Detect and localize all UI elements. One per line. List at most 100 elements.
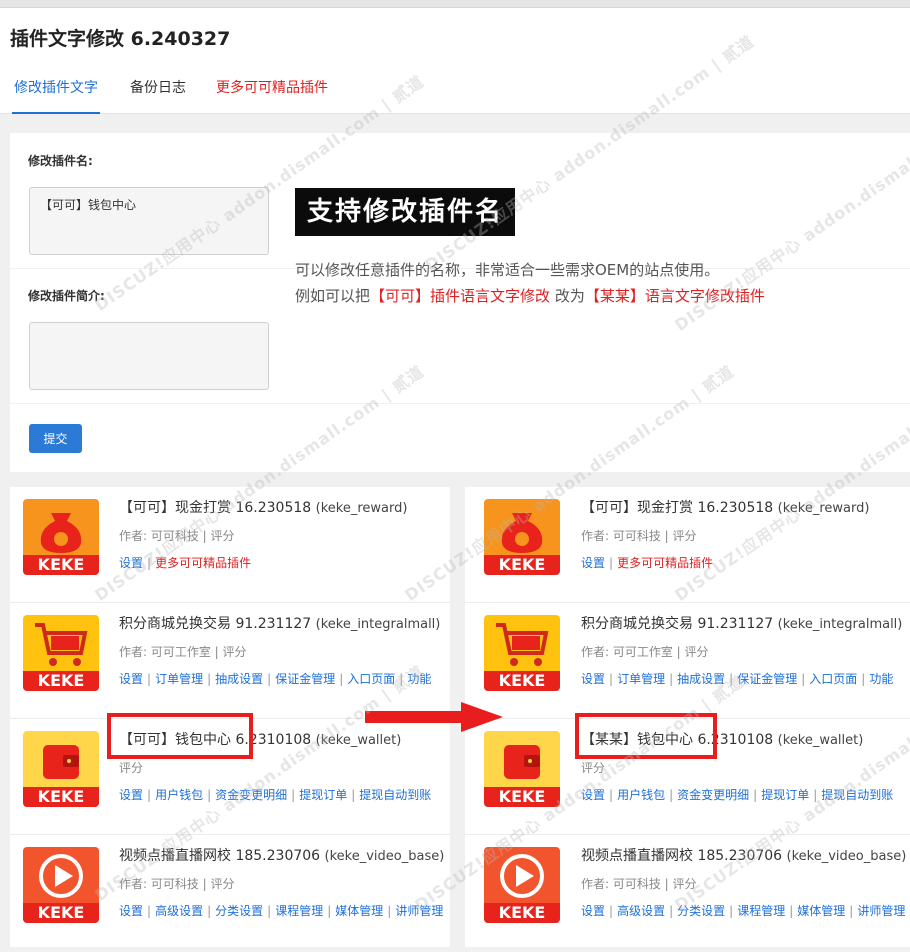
- link-settings[interactable]: 设置: [119, 904, 143, 918]
- submit-button[interactable]: 提交: [29, 424, 82, 453]
- plugin-meta: 作者: 可可工作室 | 评分: [119, 645, 247, 659]
- plugin-identifier: (keke_video_base): [786, 849, 907, 864]
- link-advanced[interactable]: 高级设置: [617, 904, 665, 918]
- link-courses[interactable]: 课程管理: [275, 904, 323, 918]
- plugin-title: 积分商城兑换交易 91.231127 (keke_integralmall): [119, 613, 440, 633]
- wallet-icon: [23, 731, 99, 789]
- link-courses[interactable]: 课程管理: [737, 904, 785, 918]
- plugin-identifier: (keke_reward): [315, 501, 408, 516]
- play-icon: [23, 847, 99, 905]
- link-user-wallet[interactable]: 用户钱包: [617, 788, 665, 802]
- plugin-name-label: 修改插件名:: [28, 154, 93, 168]
- highlight-box: [107, 713, 253, 759]
- link-settings[interactable]: 设置: [119, 788, 143, 802]
- link-commission[interactable]: 抽成设置: [215, 672, 263, 686]
- promo-example-prefix: 例如可以把: [295, 287, 371, 305]
- link-withdraw-orders[interactable]: 提现订单: [299, 788, 347, 802]
- plugin-links: 设置 | 更多可可精品插件: [581, 556, 714, 570]
- shopping-cart-icon: [484, 615, 560, 673]
- promo-example-mid: 改为: [554, 287, 585, 305]
- brand-label: KEKE: [23, 787, 99, 807]
- link-commission[interactable]: 抽成设置: [677, 672, 725, 686]
- link-orders[interactable]: 订单管理: [155, 672, 203, 686]
- plugin-identifier: (keke_wallet): [777, 733, 864, 748]
- link-settings[interactable]: 设置: [581, 672, 605, 686]
- plugin-version: 91.231127: [235, 616, 312, 632]
- plugin-name: 【可可】现金打赏: [581, 500, 693, 516]
- link-features[interactable]: 功能: [407, 672, 431, 686]
- plugin-logo: KEKE: [23, 731, 99, 807]
- link-advanced[interactable]: 高级设置: [155, 904, 203, 918]
- tab-backup-log[interactable]: 备份日志: [130, 76, 186, 114]
- link-more-plugins[interactable]: 更多可可精品插件: [155, 556, 251, 570]
- plugin-identifier: (keke_video_base): [324, 849, 445, 864]
- plugin-logo: KEKE: [23, 499, 99, 575]
- plugin-links: 设置 | 订单管理 | 抽成设置 | 保证金管理 | 入口页面 | 功能: [581, 672, 894, 686]
- plugin-links: 设置 | 高级设置 | 分类设置 | 课程管理 | 媒体管理 | 讲师管理: [581, 904, 906, 918]
- link-lecturers[interactable]: 讲师管理: [857, 904, 905, 918]
- link-settings[interactable]: 设置: [581, 904, 605, 918]
- link-withdraw-orders[interactable]: 提现订单: [761, 788, 809, 802]
- plugin-logo: KEKE: [23, 847, 99, 923]
- plugin-logo: KEKE: [484, 847, 560, 923]
- plugin-identifier: (keke_wallet): [315, 733, 402, 748]
- link-settings[interactable]: 设置: [581, 556, 605, 570]
- plugin-intro-field[interactable]: [29, 322, 269, 390]
- brand-label: KEKE: [484, 787, 560, 807]
- top-bar: [0, 0, 910, 8]
- link-media[interactable]: 媒体管理: [797, 904, 845, 918]
- plugin-name: 视频点播直播网校: [119, 848, 231, 864]
- link-fund-changes[interactable]: 资金变更明细: [677, 788, 749, 802]
- brand-label: KEKE: [484, 555, 560, 575]
- plugin-list-after: KEKE 【可可】现金打赏 16.230518 (keke_reward) 作者…: [465, 487, 910, 947]
- plugin-version: 16.230518: [235, 500, 312, 516]
- promo-example: 例如可以把【可可】插件语言文字修改 改为【某某】语言文字修改插件: [295, 285, 765, 306]
- promo-banner: 支持修改插件名: [295, 188, 516, 236]
- promo-example-from: 【可可】插件语言文字修改: [370, 287, 551, 305]
- link-entry-page[interactable]: 入口页面: [347, 672, 395, 686]
- link-categories[interactable]: 分类设置: [677, 904, 725, 918]
- link-orders[interactable]: 订单管理: [617, 672, 665, 686]
- tab-more-plugins[interactable]: 更多可可精品插件: [216, 76, 328, 114]
- link-entry-page[interactable]: 入口页面: [809, 672, 857, 686]
- promo-example-to: 【某某】语言文字修改插件: [584, 287, 765, 305]
- plugin-name-field[interactable]: 【可可】钱包中心: [29, 187, 269, 255]
- link-settings[interactable]: 设置: [581, 788, 605, 802]
- link-categories[interactable]: 分类设置: [215, 904, 263, 918]
- plugin-row: KEKE 【可可】现金打赏 16.230518 (keke_reward) 作者…: [10, 487, 450, 603]
- plugin-title: 视频点播直播网校 185.230706 (keke_video_base): [581, 845, 906, 865]
- plugin-links: 设置 | 用户钱包 | 资金变更明细 | 提现订单 | 提现自动到账: [581, 788, 894, 802]
- plugin-meta: 作者: 可可科技 | 评分: [119, 877, 235, 891]
- plugin-identifier: (keke_integralmall): [315, 617, 441, 632]
- plugin-version: 185.230706: [697, 848, 783, 864]
- link-features[interactable]: 功能: [869, 672, 893, 686]
- link-media[interactable]: 媒体管理: [335, 904, 383, 918]
- plugin-logo: KEKE: [484, 499, 560, 575]
- arrow-right-icon: [365, 702, 503, 732]
- link-deposit[interactable]: 保证金管理: [275, 672, 335, 686]
- plugin-title: 【可可】现金打赏 16.230518 (keke_reward): [119, 497, 407, 517]
- link-auto-withdraw[interactable]: 提现自动到账: [359, 788, 431, 802]
- page-header: 插件文字修改 6.240327 修改插件文字 备份日志 更多可可精品插件: [0, 8, 910, 114]
- plugin-identifier: (keke_reward): [777, 501, 870, 516]
- play-icon: [484, 847, 560, 905]
- tab-edit-plugin-text[interactable]: 修改插件文字: [12, 76, 100, 114]
- link-deposit[interactable]: 保证金管理: [737, 672, 797, 686]
- money-bag-icon: [23, 499, 99, 557]
- page-title: 插件文字修改 6.240327: [10, 28, 231, 50]
- link-settings[interactable]: 设置: [119, 672, 143, 686]
- brand-label: KEKE: [484, 903, 560, 923]
- plugin-row: KEKE 视频点播直播网校 185.230706 (keke_video_bas…: [465, 835, 910, 947]
- link-fund-changes[interactable]: 资金变更明细: [215, 788, 287, 802]
- link-user-wallet[interactable]: 用户钱包: [155, 788, 203, 802]
- link-more-plugins[interactable]: 更多可可精品插件: [617, 556, 713, 570]
- link-lecturers[interactable]: 讲师管理: [395, 904, 443, 918]
- plugin-row: KEKE 【可可】钱包中心 6.2310108 (keke_wallet) 评分…: [10, 713, 450, 835]
- plugin-logo: KEKE: [484, 615, 560, 691]
- link-settings[interactable]: 设置: [119, 556, 143, 570]
- brand-label: KEKE: [23, 671, 99, 691]
- plugin-meta: 评分: [119, 761, 144, 775]
- link-auto-withdraw[interactable]: 提现自动到账: [821, 788, 893, 802]
- plugin-name: 【可可】现金打赏: [119, 500, 231, 516]
- plugin-version: 16.230518: [697, 500, 774, 516]
